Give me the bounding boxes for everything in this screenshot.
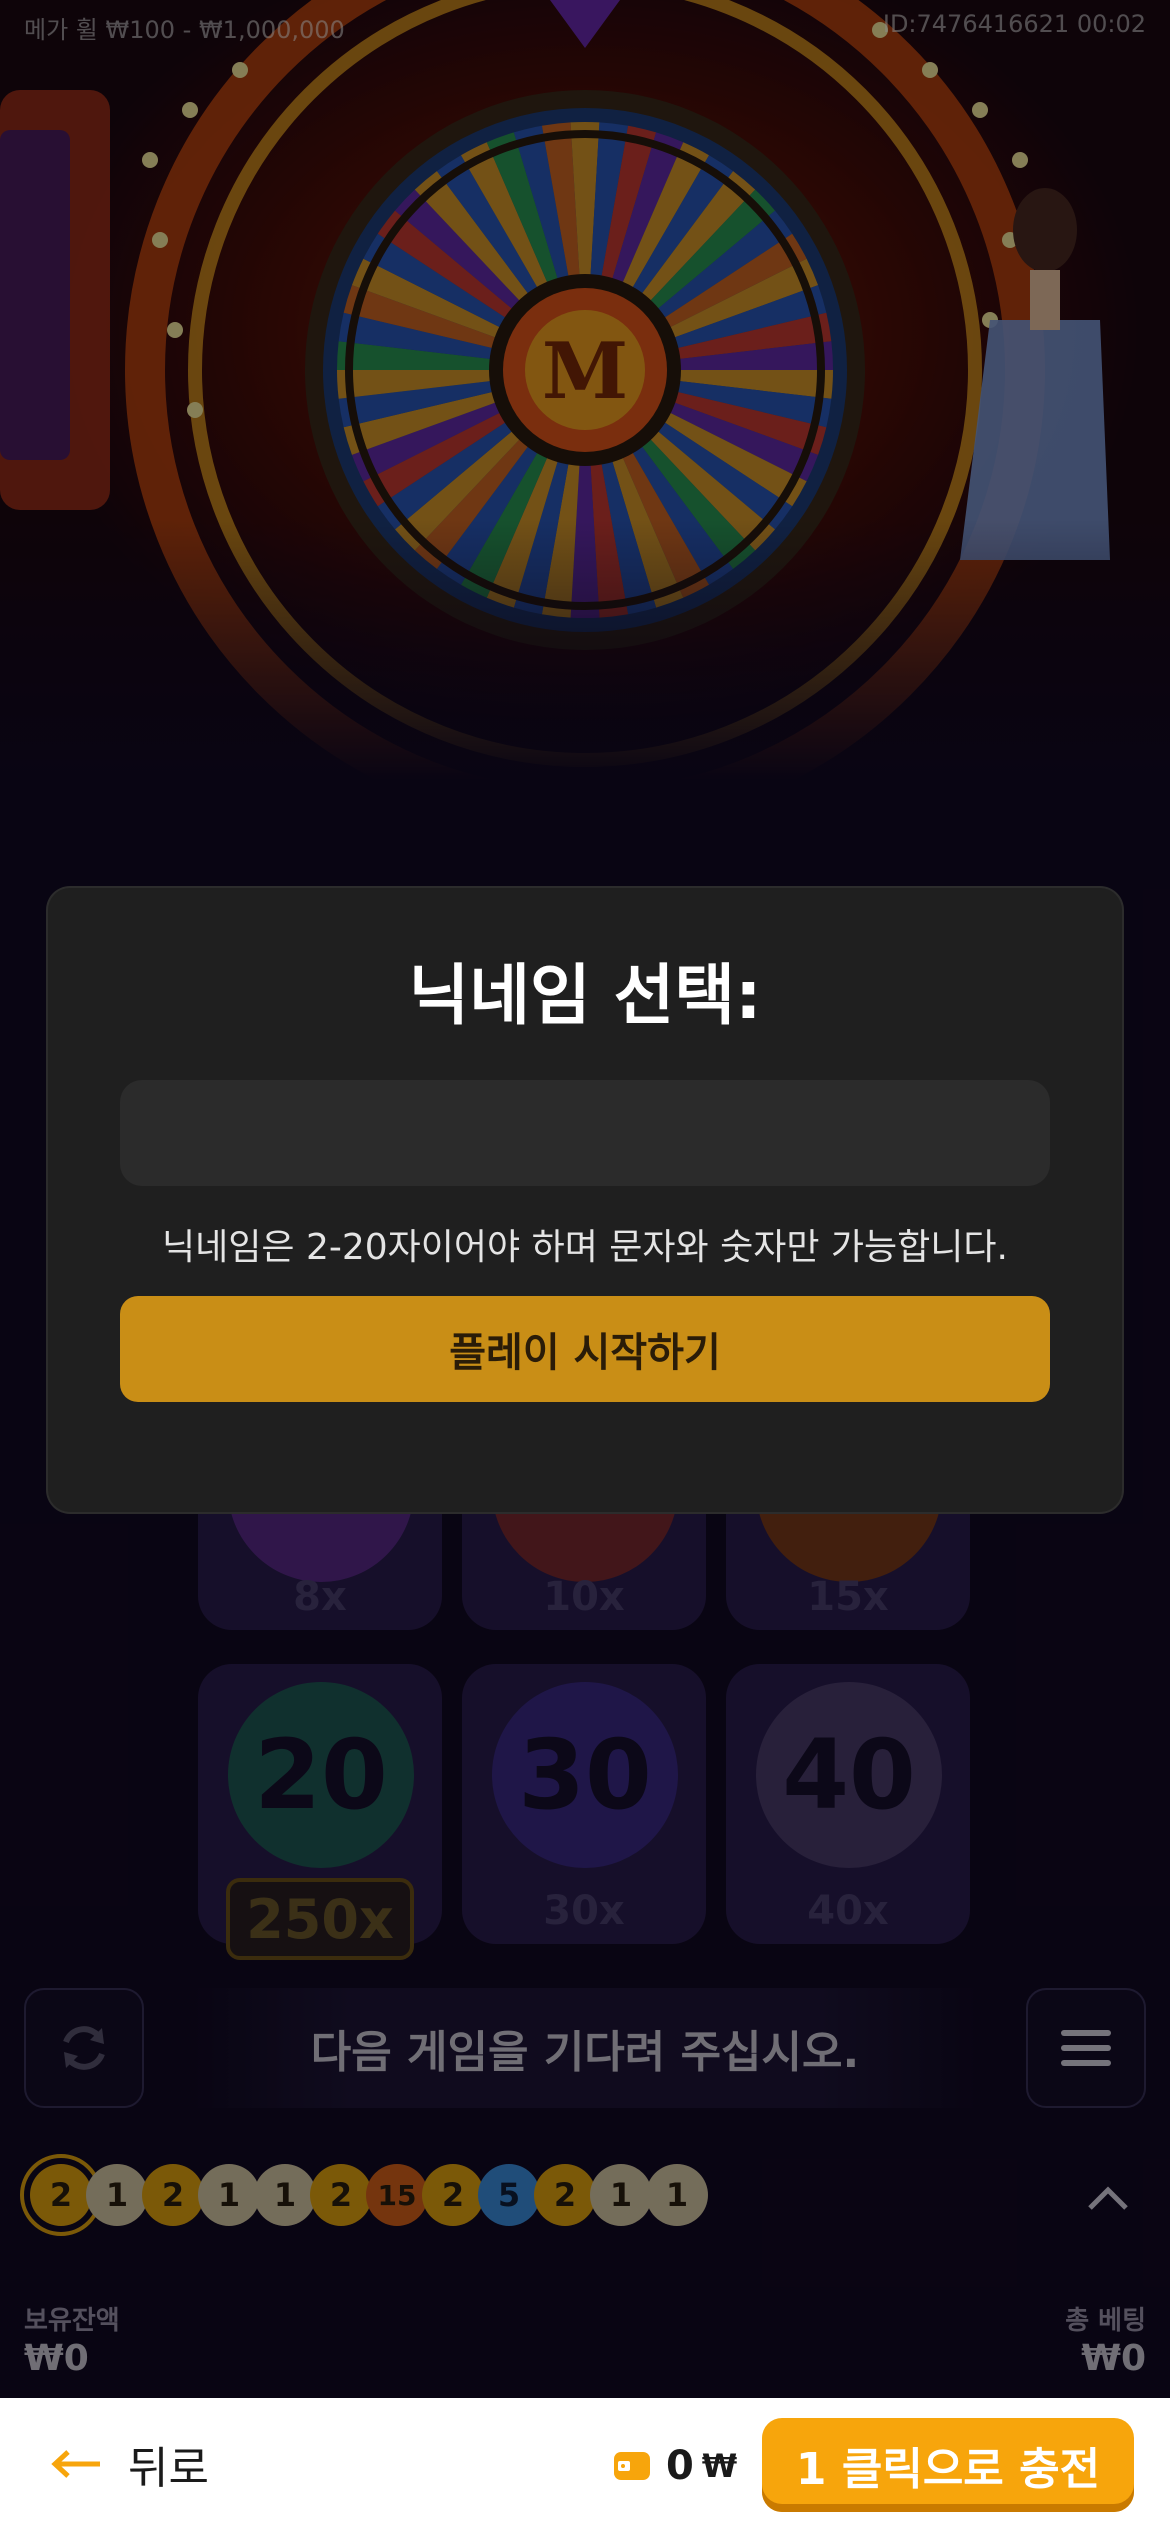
nickname-input[interactable] <box>120 1080 1050 1186</box>
dialog-title: 닉네임 선택: <box>408 957 762 1034</box>
wallet-currency: ₩ <box>701 2447 738 2485</box>
back-label: 뒤로 <box>128 2443 209 2494</box>
back-button[interactable]: 뒤로 <box>50 2432 209 2496</box>
wallet: 0 ₩ <box>612 2434 737 2498</box>
arrow-left-icon <box>51 2450 100 2478</box>
nickname-dialog: 닉네임 선택: 닉네임은 2-20자이어야 하며 문자와 숫자만 가능합니다. … <box>48 888 1122 1512</box>
one-click-topup-button[interactable]: 1 클릭으로 충전 <box>762 2418 1134 2512</box>
nickname-hint: 닉네임은 2-20자이어야 하며 문자와 숫자만 가능합니다. <box>162 1227 1008 1268</box>
wallet-amount: 0 <box>666 2443 694 2489</box>
wallet-icon <box>614 2452 650 2480</box>
start-play-button[interactable]: 플레이 시작하기 <box>120 1296 1050 1402</box>
bottom-bar: 뒤로 0 ₩ 1 클릭으로 충전 <box>0 2398 1170 2532</box>
